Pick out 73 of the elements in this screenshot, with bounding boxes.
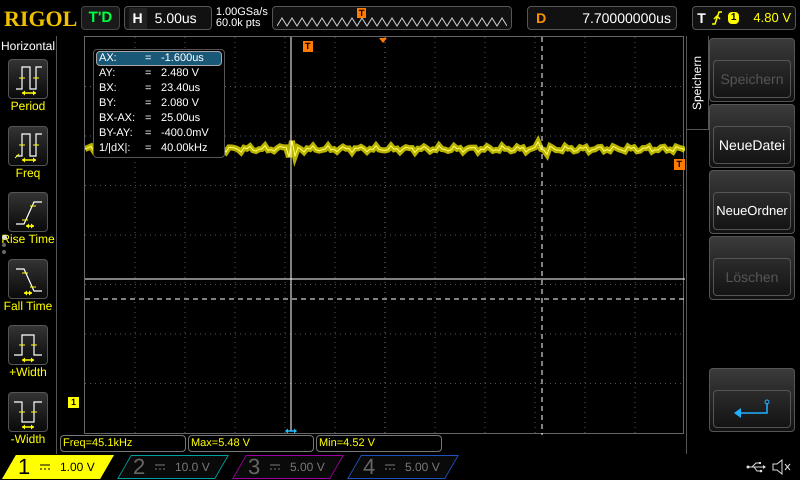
dc-coupling-icon xyxy=(385,464,396,470)
trigger-offset-marker xyxy=(379,38,387,43)
cursor-label: BY: xyxy=(98,97,118,110)
trigger-level-marker: T xyxy=(674,159,685,170)
cursor-value: 23.40us xyxy=(161,82,200,95)
trigger-marker: T xyxy=(303,41,312,52)
channel-number: 1 xyxy=(18,455,30,479)
cursor-handle-icon[interactable] xyxy=(285,428,297,434)
brand-logo: RIGOL xyxy=(4,4,78,32)
channel-tab[interactable]: 1 1.00 V xyxy=(2,455,114,479)
equals-sign: = xyxy=(145,97,152,110)
sidebar-title: Horizontal xyxy=(0,38,56,55)
channel-marker: 1 xyxy=(68,397,80,408)
usb-icon xyxy=(746,461,766,473)
measurement-readout: Freq=45.1kHz xyxy=(60,435,186,452)
equals-sign: = xyxy=(145,112,152,125)
channel-scale: 5.00 V xyxy=(405,459,440,476)
trigger-position-marker: T xyxy=(356,8,366,18)
channel-number: 2 xyxy=(133,455,146,479)
channel-tab[interactable]: 3 5.00 V xyxy=(232,455,344,479)
delay-value: 7.70000000us xyxy=(582,8,671,28)
trigger-source: 1 xyxy=(728,12,740,24)
dc-coupling-icon xyxy=(155,464,166,470)
cursor-line[interactable] xyxy=(85,298,685,300)
rising-edge-icon xyxy=(712,11,722,25)
dc-coupling-icon xyxy=(270,464,280,470)
channel-number: 3 xyxy=(248,455,260,479)
measurement-button[interactable]: Period xyxy=(0,55,56,122)
measurement-readout: Max=5.48 V xyxy=(188,435,314,452)
measurement-button[interactable]: Freq xyxy=(0,122,56,188)
measurement-button[interactable]: -Width xyxy=(0,388,56,454)
equals-sign: = xyxy=(145,127,152,140)
menu-button[interactable]: NeueDatei xyxy=(709,104,795,168)
cursor-value: 2.480 V xyxy=(161,67,199,80)
cursor-label: AY: xyxy=(98,67,116,80)
muted-speaker-icon xyxy=(772,459,792,475)
cursor-label: BX: xyxy=(98,82,118,95)
trigger-label: T xyxy=(697,8,706,28)
cursor-value: -1.600us xyxy=(161,52,204,65)
channel-scale: 1.00 V xyxy=(60,459,95,476)
cursor-label: BY-AY: xyxy=(98,127,134,140)
equals-sign: = xyxy=(145,82,152,95)
sample-rate: 1.00GSa/s xyxy=(216,7,268,18)
channel-scale: 5.00 V xyxy=(290,459,325,476)
cursor-label: BX-AX: xyxy=(98,112,136,125)
return-arrow-icon xyxy=(733,399,771,419)
measurement-readout: Min=4.52 V xyxy=(316,435,442,452)
waveform-preview-icon xyxy=(276,17,507,27)
horizontal-label: H xyxy=(128,8,147,28)
equals-sign: = xyxy=(145,67,152,80)
cursor-value: -400.0mV xyxy=(161,127,209,140)
equals-sign: = xyxy=(145,142,152,155)
cursor-value: 40.00kHz xyxy=(161,142,208,155)
channel-tab[interactable]: 4 5.00 V xyxy=(347,455,459,479)
run-status: T'D xyxy=(81,6,120,30)
cursor-value: 2.080 V xyxy=(161,97,199,110)
dc-coupling-icon xyxy=(40,464,50,470)
trigger-level: 4.80 V xyxy=(753,9,792,28)
memory-depth: 60.0k pts xyxy=(216,18,262,29)
cursor-label: AX: xyxy=(98,52,118,65)
cursor-value: 25.00us xyxy=(161,112,200,125)
measurement-button[interactable]: +Width xyxy=(0,321,56,388)
delay-label: D xyxy=(536,8,546,28)
measurement-button[interactable]: Fall Time xyxy=(0,254,56,321)
equals-sign: = xyxy=(145,52,152,65)
menu-title: Speichern xyxy=(690,55,706,110)
timebase-scale: 5.00us xyxy=(154,8,197,28)
channel-number: 4 xyxy=(363,455,376,479)
back-button[interactable] xyxy=(709,368,795,432)
menu-button[interactable]: NeueOrdner xyxy=(709,170,795,234)
cursor-label: 1/|dX|: xyxy=(98,142,132,155)
channel-scale: 10.0 V xyxy=(175,459,210,476)
channel-tab[interactable]: 2 10.0 V xyxy=(117,455,229,479)
